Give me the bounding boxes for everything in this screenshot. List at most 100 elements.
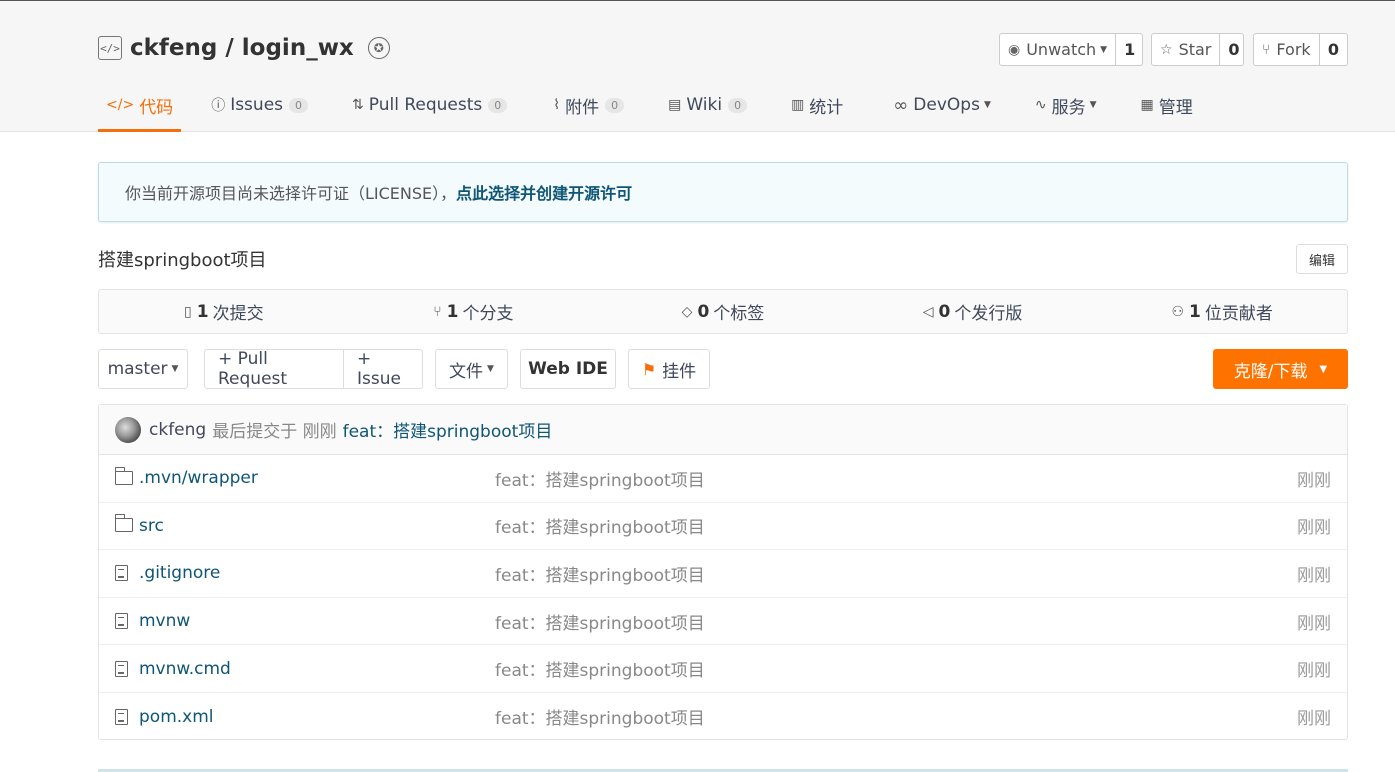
license-notice: 你当前开源项目尚未选择许可证（LICENSE）， 点此选择并创建开源许可 — [98, 162, 1348, 222]
stat-commits[interactable]: ▯ 1 次提交 — [99, 290, 349, 333]
last-commit-row: ckfeng 最后提交于 刚刚 feat：搭建springboot项目 — [99, 405, 1347, 455]
tab-label: 管理 — [1158, 97, 1193, 118]
create-license-link[interactable]: 点此选择并创建开源许可 — [456, 180, 632, 204]
chevron-down-icon: ▼ — [487, 364, 494, 374]
files-label: 文件 — [449, 361, 484, 382]
star-icon: ☆ — [1160, 41, 1173, 58]
tab-count-badge: 0 — [728, 97, 748, 113]
edit-description-button[interactable]: 编辑 — [1296, 244, 1348, 274]
tab-attachments[interactable]: ⌇ 附件 0 — [553, 81, 625, 129]
branch-name: master — [107, 359, 168, 379]
repo-stats-bar: ▯ 1 次提交 ⑂ 1 个分支 ◇ 0 个标签 ◁ 0 个发行版 ⚇ 1 位贡献… — [98, 289, 1348, 334]
stat-label: 个分支 — [462, 304, 514, 324]
release-icon: ◁ — [922, 303, 934, 320]
file-name-link[interactable]: mvnw — [139, 611, 190, 631]
fork-icon: ⑂ — [1262, 41, 1271, 58]
recommend-badge-icon[interactable]: ✪ — [367, 37, 390, 59]
file-name-link[interactable]: .gitignore — [139, 563, 220, 583]
stat-tags[interactable]: ◇ 0 个标签 — [598, 290, 848, 333]
table-row: .gitignore feat：搭建springboot项目 刚刚 — [99, 550, 1347, 598]
widget-button[interactable]: ⚑ 挂件 — [628, 349, 710, 389]
new-pull-request-button[interactable]: + Pull Request — [205, 349, 343, 389]
tab-label: Wiki — [686, 95, 723, 115]
fork-button-group: ⑂ Fork 0 — [1253, 33, 1348, 66]
files-dropdown[interactable]: 文件 ▼ — [435, 349, 508, 389]
stat-releases[interactable]: ◁ 0 个发行版 — [848, 290, 1098, 333]
clone-download-button[interactable]: 克隆/下载 ▼ — [1213, 349, 1348, 389]
repo-name-link[interactable]: login_wx — [242, 35, 354, 61]
stat-label: 次提交 — [212, 304, 264, 324]
watch-count[interactable]: 1 — [1116, 34, 1143, 65]
file-commit-time: 刚刚 — [1297, 661, 1331, 682]
tab-stats[interactable]: ▥ 统计 — [791, 81, 843, 129]
stat-contributors[interactable]: ⚇ 1 位贡献者 — [1097, 290, 1347, 333]
file-name-link[interactable]: src — [139, 516, 164, 536]
file-commit-time: 刚刚 — [1297, 709, 1331, 730]
tab-label: Issues — [230, 95, 284, 115]
file-commit-message[interactable]: feat：搭建springboot项目 — [495, 656, 705, 681]
file-commit-message[interactable]: feat：搭建springboot项目 — [495, 561, 705, 586]
tab-devops[interactable]: ∞ DevOps ▼ — [893, 81, 991, 129]
tab-count-badge: 0 — [488, 97, 508, 113]
book-icon: ▤ — [668, 97, 682, 113]
tab-code[interactable]: </> 代码 — [98, 81, 182, 132]
new-issue-button[interactable]: + Issue — [343, 349, 422, 389]
commit-icon: ▯ — [184, 303, 192, 320]
folder-icon — [114, 514, 135, 535]
file-icon — [115, 611, 135, 631]
stat-count: 1 — [196, 301, 209, 322]
file-commit-time: 刚刚 — [1297, 470, 1331, 491]
tag-icon: ◇ — [681, 303, 693, 320]
tab-wiki[interactable]: ▤ Wiki 0 — [668, 81, 748, 129]
repo-code-icon: </> — [98, 36, 122, 60]
tab-manage[interactable]: ▦ 管理 — [1141, 81, 1193, 129]
paperclip-icon: ⌇ — [553, 97, 561, 113]
tab-label: 附件 — [565, 97, 600, 118]
star-button[interactable]: ☆ Star — [1152, 34, 1221, 65]
chevron-down-icon: ▼ — [983, 100, 991, 110]
file-name-link[interactable]: pom.xml — [139, 707, 214, 727]
fork-button[interactable]: ⑂ Fork — [1254, 34, 1320, 65]
tab-pull-requests[interactable]: ⇅ Pull Requests 0 — [352, 81, 508, 129]
file-name-link[interactable]: .mvn/wrapper — [139, 468, 258, 488]
file-list: ckfeng 最后提交于 刚刚 feat：搭建springboot项目 .mvn… — [98, 404, 1348, 740]
tab-label: Pull Requests — [368, 95, 483, 115]
clone-label: 克隆/下载 — [1233, 361, 1308, 382]
file-icon — [115, 659, 135, 679]
stat-count: 0 — [697, 301, 710, 322]
fork-count[interactable]: 0 — [1320, 34, 1347, 65]
stat-branches[interactable]: ⑂ 1 个分支 — [349, 290, 599, 333]
file-name-link[interactable]: mvnw.cmd — [139, 659, 231, 679]
tab-label: 服务 — [1051, 97, 1086, 118]
branch-icon: ⑂ — [433, 303, 442, 320]
tab-issues[interactable]: ⓘ Issues 0 — [211, 81, 309, 129]
star-count[interactable]: 0 — [1220, 34, 1247, 65]
table-row: mvnw feat：搭建springboot项目 刚刚 — [99, 598, 1347, 646]
repo-description: 搭建springboot项目 — [98, 250, 267, 271]
fork-label: Fork — [1276, 40, 1311, 59]
repo-tabs: </> 代码 ⓘ Issues 0 ⇅ Pull Requests 0 ⌇ 附件… — [98, 81, 1193, 133]
tab-count-badge: 0 — [605, 97, 625, 113]
stat-count: 1 — [446, 301, 459, 322]
file-commit-message[interactable]: feat：搭建springboot项目 — [495, 704, 705, 729]
file-commit-time: 刚刚 — [1297, 613, 1331, 634]
pulse-icon: ∿ — [1034, 97, 1047, 113]
file-commit-message[interactable]: feat：搭建springboot项目 — [495, 466, 705, 491]
stat-count: 1 — [1189, 301, 1201, 322]
commit-author[interactable]: ckfeng — [149, 420, 206, 440]
contributors-icon: ⚇ — [1171, 303, 1185, 320]
branch-select[interactable]: master ▼ — [98, 349, 188, 389]
repo-title: </> ckfeng / login_wx ✪ — [98, 33, 390, 63]
file-commit-message[interactable]: feat：搭建springboot项目 — [495, 609, 705, 634]
infinity-icon: ∞ — [893, 94, 909, 116]
bookmark-icon: ⚑ — [641, 359, 657, 379]
avatar[interactable] — [115, 416, 141, 443]
tab-services[interactable]: ∿ 服务 ▼ — [1035, 81, 1097, 129]
code-icon: </> — [106, 97, 135, 113]
watch-button[interactable]: ◉ Unwatch ▼ — [1000, 34, 1117, 65]
tab-label: DevOps — [913, 95, 980, 115]
repo-owner-link[interactable]: ckfeng — [130, 35, 217, 61]
commit-message-link[interactable]: feat：搭建springboot项目 — [343, 417, 553, 442]
web-ide-button[interactable]: Web IDE — [520, 349, 616, 389]
file-commit-message[interactable]: feat：搭建springboot项目 — [495, 513, 705, 538]
